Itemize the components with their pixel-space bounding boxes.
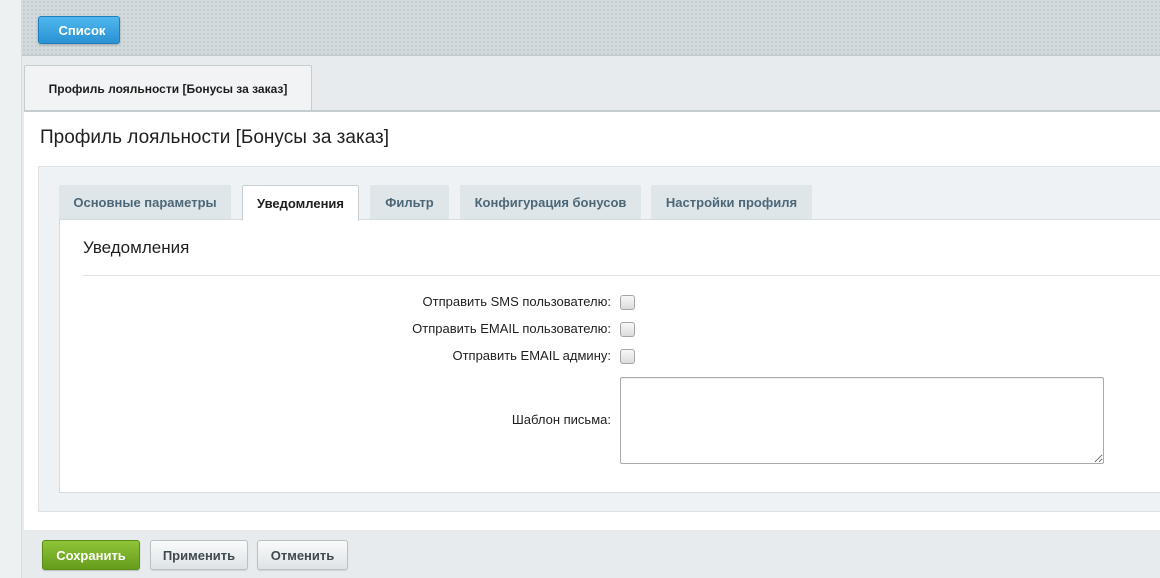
tab-main-parameters[interactable]: Основные параметры bbox=[59, 185, 231, 219]
tab-label: Настройки профиля bbox=[665, 194, 798, 210]
apply-button[interactable]: Применить bbox=[150, 540, 248, 570]
notifications-tab-content: Уведомления Отправить SMS пользователю: … bbox=[59, 219, 1160, 493]
action-bar: Сохранить Применить Отменить bbox=[24, 530, 1160, 578]
email-template-label: Шаблон письма: bbox=[511, 412, 611, 427]
main-panel: Профиль лояльности [Бонусы за заказ] Осн… bbox=[24, 110, 1160, 530]
section-title: Уведомления bbox=[83, 238, 190, 257]
list-back-button[interactable]: Список bbox=[27, 15, 120, 45]
send-sms-user-checkbox[interactable] bbox=[620, 295, 635, 310]
send-sms-user-label: Отправить SMS пользователю: bbox=[422, 294, 612, 309]
tab-label: Основные параметры bbox=[73, 194, 217, 210]
tab-label: Уведомления bbox=[256, 195, 345, 211]
tab-profile-settings[interactable]: Настройки профиля bbox=[651, 185, 812, 219]
tab-label: Фильтр bbox=[385, 194, 434, 210]
top-toolbar bbox=[22, 0, 1160, 56]
tab-label: Конфигурация бонусов bbox=[474, 194, 627, 210]
page-title: Профиль лояльности [Бонусы за заказ] bbox=[40, 127, 390, 148]
page-tab-label: Профиль лояльности [Бонусы за заказ] bbox=[48, 81, 288, 96]
tab-bonus-configuration[interactable]: Конфигурация бонусов bbox=[460, 185, 641, 219]
send-email-user-label: Отправить EMAIL пользователю: bbox=[412, 321, 611, 336]
page-tab[interactable]: Профиль лояльности [Бонусы за заказ] bbox=[24, 65, 312, 111]
save-button[interactable]: Сохранить bbox=[42, 540, 140, 570]
list-button-label: Список bbox=[58, 22, 106, 38]
tabs-container: Основные параметры Уведомления Фильтр Ко… bbox=[38, 166, 1160, 512]
email-template-textarea[interactable] bbox=[620, 377, 1104, 464]
tab-notifications[interactable]: Уведомления bbox=[242, 185, 359, 221]
tab-filter[interactable]: Фильтр bbox=[370, 185, 449, 219]
send-email-admin-checkbox[interactable] bbox=[620, 349, 635, 364]
cancel-button[interactable]: Отменить bbox=[257, 540, 348, 570]
send-email-admin-label: Отправить EMAIL админу: bbox=[452, 348, 611, 363]
send-email-user-checkbox[interactable] bbox=[620, 322, 635, 337]
section-divider bbox=[82, 275, 1160, 276]
left-edge-strip bbox=[0, 0, 22, 578]
